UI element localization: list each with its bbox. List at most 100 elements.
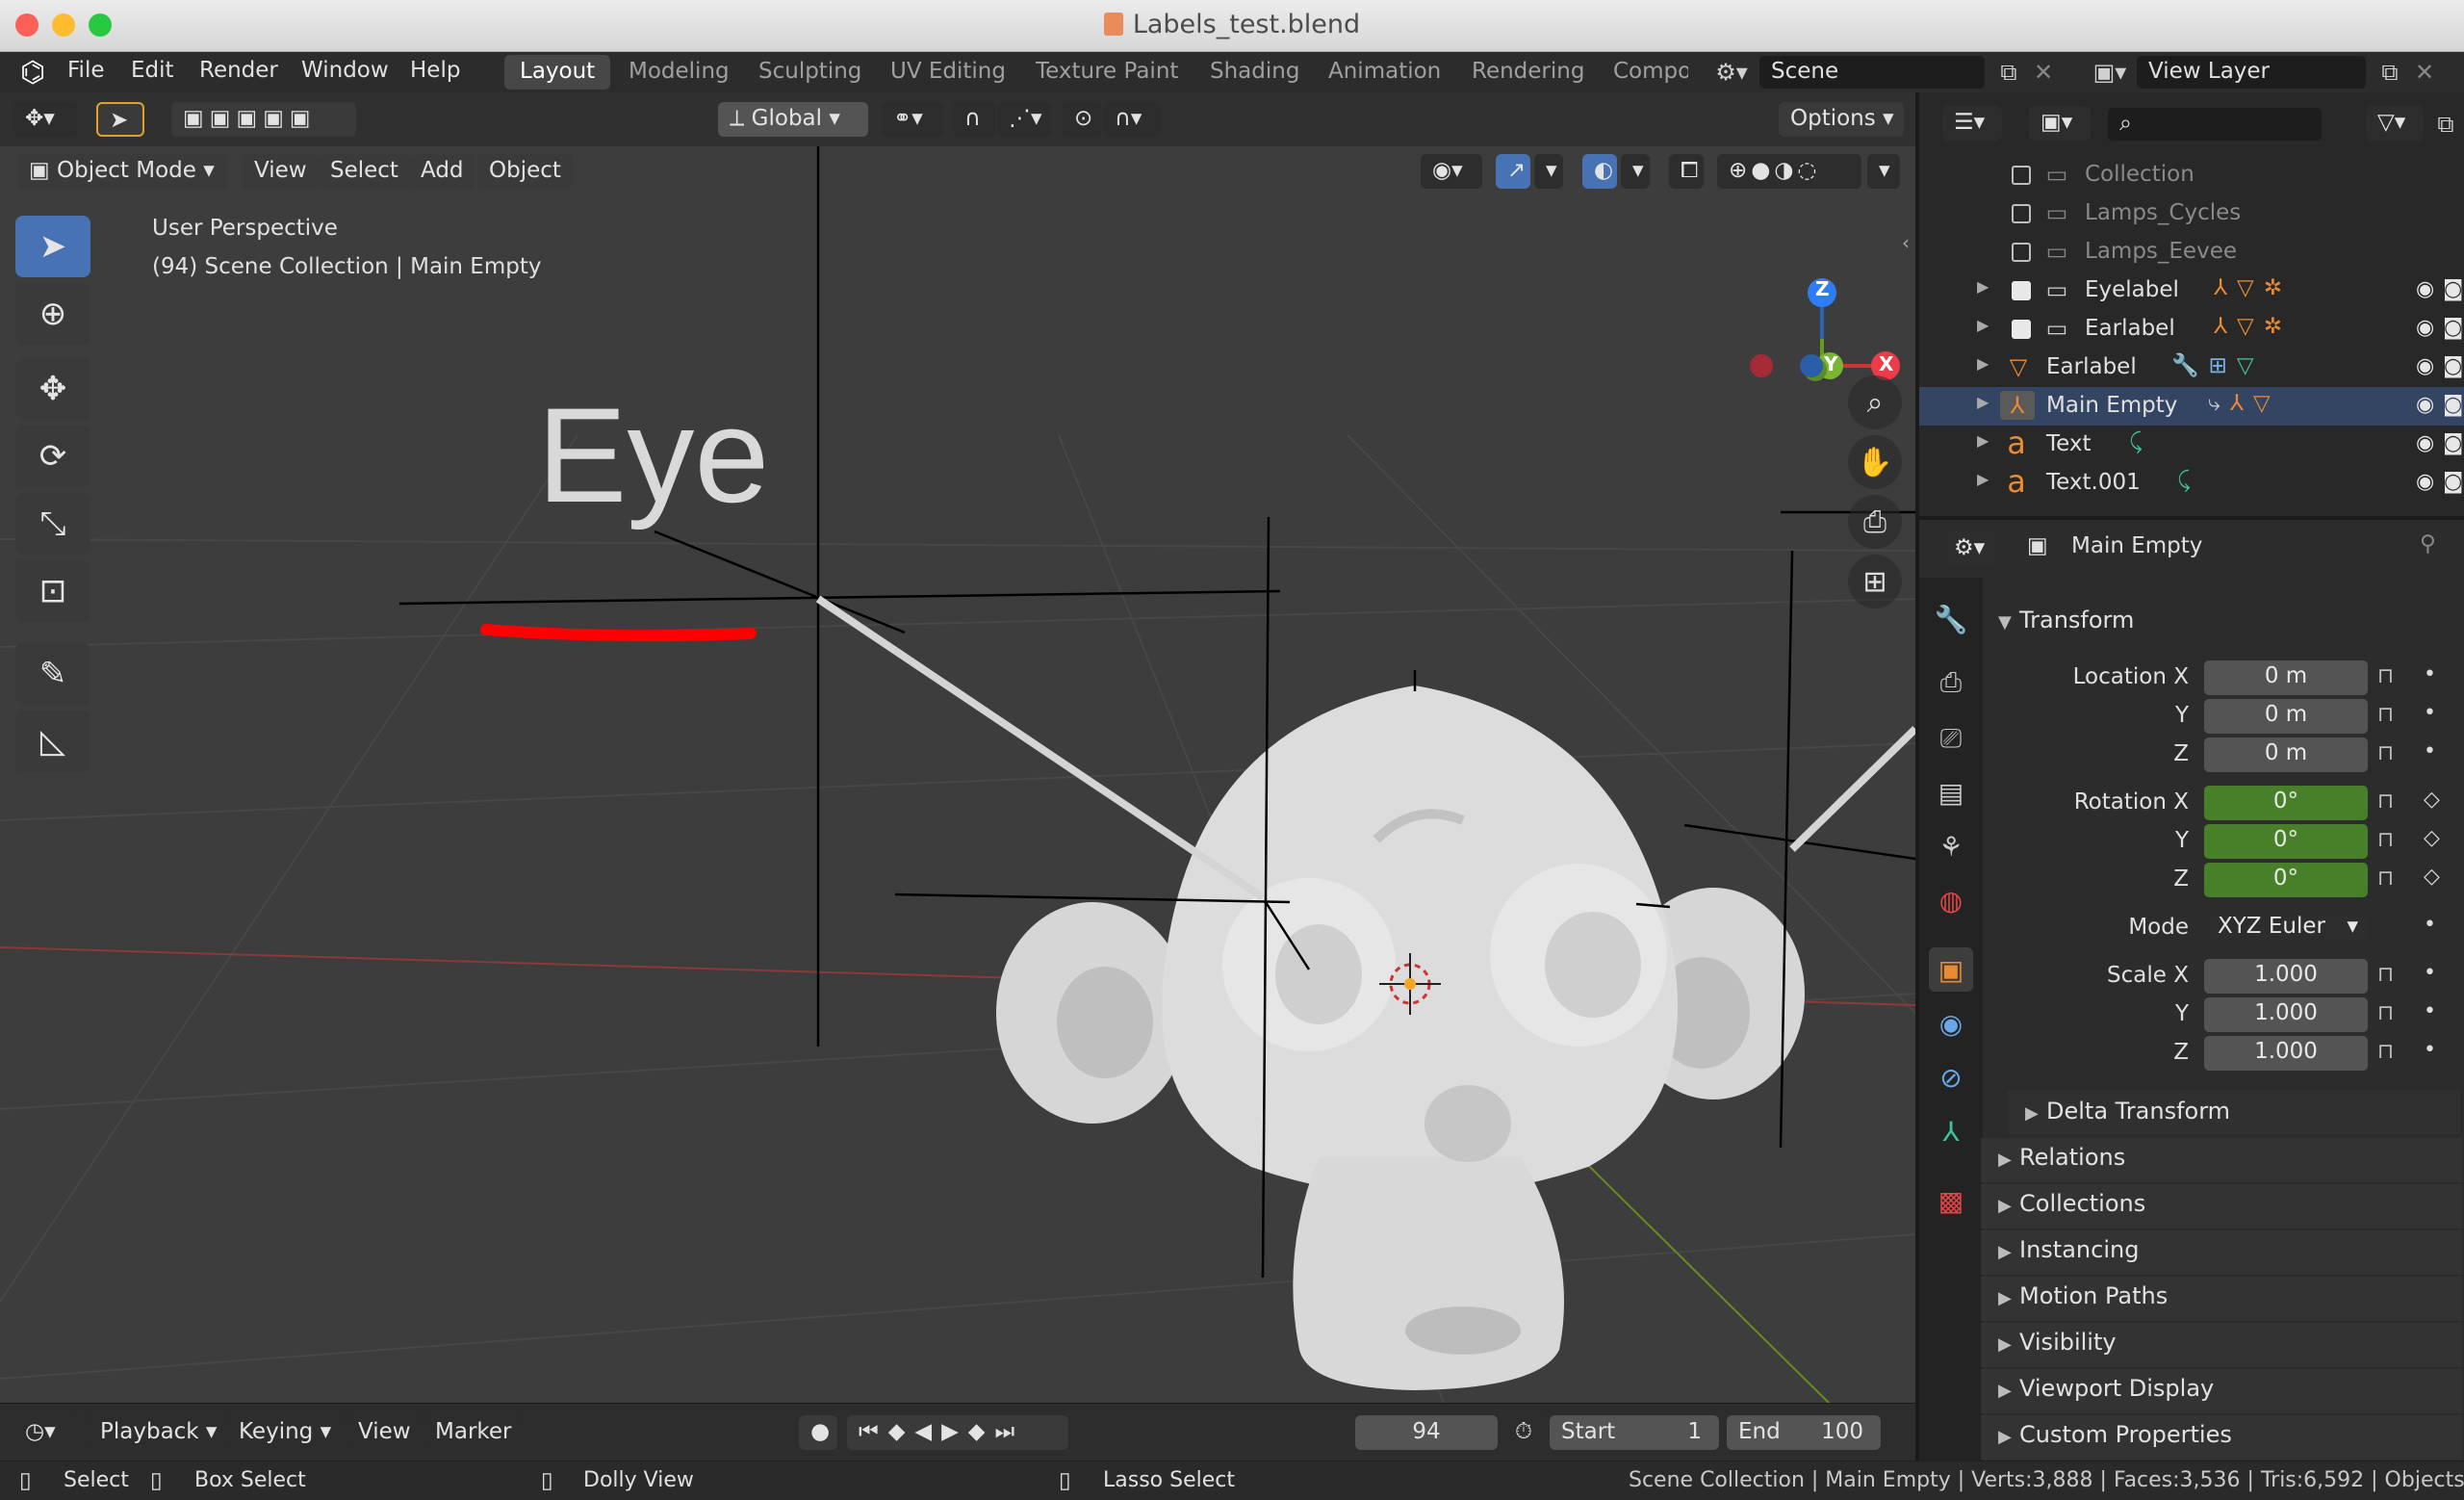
lock-icon[interactable]: ⊓ xyxy=(2377,741,2394,765)
keyframe-dot-icon[interactable]: • xyxy=(2424,701,2436,725)
delete-view-layer-icon[interactable]: ✕ xyxy=(2410,56,2439,89)
proportional-falloff-dropdown[interactable]: ∩▾ xyxy=(1103,102,1161,137)
new-view-layer-icon[interactable]: ⧉ xyxy=(2374,56,2406,89)
eye-icon[interactable]: ◉ xyxy=(2416,277,2434,301)
pivot-point-dropdown[interactable]: ⚭▾ xyxy=(882,102,943,137)
select-menu[interactable]: Select xyxy=(319,154,410,189)
add-menu[interactable]: Add xyxy=(409,154,475,189)
keyframe-diamond-icon[interactable]: ◇ xyxy=(2424,788,2440,812)
annotate-tool-icon[interactable]: ✎ xyxy=(15,643,90,705)
menu-help[interactable]: Help xyxy=(410,58,460,83)
exclude-checkbox[interactable] xyxy=(2012,320,2031,339)
scale-y-field[interactable]: 1.000 xyxy=(2204,997,2368,1032)
tab-layout[interactable]: Layout xyxy=(504,55,611,90)
lock-icon[interactable]: ⊓ xyxy=(2377,866,2394,891)
perspective-grid-icon[interactable]: ⊞ xyxy=(1848,555,1902,608)
object-tab-icon[interactable]: ▣ xyxy=(1929,947,1973,992)
overlays-toggle[interactable]: ◐ xyxy=(1582,154,1617,189)
location-x-field[interactable]: 0 m xyxy=(2204,660,2368,695)
playback-controls[interactable]: ⏮◆◀▶◆⏭ xyxy=(847,1415,1068,1450)
exclude-checkbox[interactable] xyxy=(2012,281,2031,300)
delta-transform-subpanel[interactable]: ▶ Delta Transform xyxy=(2008,1090,2460,1134)
sidebar-toggle-icon[interactable]: ‹ xyxy=(1902,231,1910,254)
custom-properties-section[interactable]: ▶ Custom Properties xyxy=(1981,1415,2462,1460)
view-layer-tab-icon[interactable]: ▤ xyxy=(1929,770,1973,815)
keyframe-dot-icon[interactable]: • xyxy=(2424,1038,2436,1062)
tab-sculpting[interactable]: Sculpting xyxy=(743,55,877,90)
camera-render-icon[interactable]: ◙ xyxy=(2443,431,2463,455)
outliner-editor-type[interactable]: ☰▾ xyxy=(1942,106,2002,141)
current-frame-field[interactable]: 94 xyxy=(1355,1415,1498,1450)
keyframe-diamond-icon[interactable]: ◇ xyxy=(2424,865,2440,889)
lock-icon[interactable]: ⊓ xyxy=(2377,828,2394,852)
lock-icon[interactable]: ⊓ xyxy=(2377,963,2394,987)
camera-render-icon[interactable]: ◙ xyxy=(2443,316,2463,340)
camera-render-icon[interactable]: ◙ xyxy=(2443,354,2463,378)
outliner-row-selected[interactable]: ▶ ⅄ Main Empty ⤷⅄▽ ◉ ◙ xyxy=(1919,387,2464,426)
eye-icon[interactable]: ◉ xyxy=(2416,431,2434,455)
outliner-row[interactable]: ▭ Collection xyxy=(1919,156,2464,194)
expand-arrow-icon[interactable]: ▶ xyxy=(1977,354,1989,373)
lock-icon[interactable]: ⊓ xyxy=(2377,703,2394,727)
filter-dropdown[interactable]: ▽▾ xyxy=(2366,106,2424,141)
tab-shading[interactable]: Shading xyxy=(1194,55,1315,90)
texture-tab-icon[interactable]: ▩ xyxy=(1929,1178,1973,1223)
motion-paths-section[interactable]: ▶ Motion Paths xyxy=(1981,1277,2462,1321)
menu-file[interactable]: File xyxy=(67,58,105,83)
blender-logo-icon[interactable]: ⌬ xyxy=(13,56,52,90)
selection-mode-buttons[interactable]: ▣▣▣▣▣ xyxy=(171,102,356,137)
view-layer-field[interactable]: View Layer xyxy=(2137,56,2366,89)
cursor-tool-icon[interactable]: ⊕ xyxy=(15,283,90,345)
viewport-display-section[interactable]: ▶ Viewport Display xyxy=(1981,1369,2462,1413)
snap-element-dropdown[interactable]: ⋰▾ xyxy=(997,102,1051,137)
3d-viewport[interactable]: Eye User Perspective (94) Scene Collecti… xyxy=(0,146,1915,1403)
rotate-tool-icon[interactable]: ⟳ xyxy=(15,426,90,487)
shading-dropdown[interactable]: ▾ xyxy=(1867,154,1900,189)
eye-icon[interactable]: ◉ xyxy=(2416,470,2434,494)
options-dropdown[interactable]: Options ▾ xyxy=(1779,102,1904,137)
lock-icon[interactable]: ⊓ xyxy=(2377,789,2394,814)
tab-animation[interactable]: Animation xyxy=(1313,55,1456,90)
exclude-checkbox[interactable] xyxy=(2012,166,2031,185)
rotation-z-field[interactable]: 0° xyxy=(2204,863,2368,897)
outliner-row[interactable]: ▭ Lamps_Eevee xyxy=(1919,233,2464,272)
relations-section[interactable]: ▶ Relations xyxy=(1981,1138,2462,1182)
tab-rendering[interactable]: Rendering xyxy=(1456,55,1600,90)
constraints-tab-icon[interactable]: ⊘ xyxy=(1929,1055,1973,1099)
rotation-y-field[interactable]: 0° xyxy=(2204,824,2368,859)
expand-arrow-icon[interactable]: ▶ xyxy=(1977,316,1989,334)
object-mode-dropdown[interactable]: ▣ Object Mode ▾ xyxy=(17,154,227,189)
scene-selector-icon[interactable]: ⚙▾ xyxy=(1706,56,1758,89)
keyframe-dot-icon[interactable]: • xyxy=(2424,662,2436,686)
start-frame-field[interactable]: Start 1 xyxy=(1550,1415,1719,1450)
shading-mode-buttons[interactable]: ⊕●◑◌ xyxy=(1717,154,1861,189)
xray-toggle[interactable]: ⧠ xyxy=(1669,154,1704,189)
location-z-field[interactable]: 0 m xyxy=(2204,737,2368,772)
area-divider-horizontal[interactable] xyxy=(1919,516,2464,520)
tab-compositing[interactable]: Compo xyxy=(1598,55,1688,90)
keyframe-dot-icon[interactable]: • xyxy=(2424,913,2436,937)
view-layer-icon[interactable]: ▣▾ xyxy=(2083,56,2137,89)
rotation-mode-dropdown[interactable]: XYZ Euler ▾ xyxy=(2204,911,2368,945)
eye-icon[interactable]: ◉ xyxy=(2416,316,2434,340)
outliner-row[interactable]: ▶ a Text ⤹ ◉ ◙ xyxy=(1919,425,2464,464)
transform-tool-icon[interactable]: ⊡ xyxy=(15,560,90,622)
outliner-row[interactable]: ▶ ▭ Eyelabel ⅄▽✲ ◉ ◙ xyxy=(1919,272,2464,310)
render-tab-icon[interactable]: ⎙ xyxy=(1929,660,1973,705)
display-mode-dropdown[interactable]: ▣▾ xyxy=(2029,106,2091,141)
lock-icon[interactable]: ⊓ xyxy=(2377,1001,2394,1025)
lock-icon[interactable]: ⊓ xyxy=(2377,664,2394,688)
rotation-x-field[interactable]: 0° xyxy=(2204,786,2368,820)
timeline-marker-menu[interactable]: Marker xyxy=(424,1415,524,1450)
delete-scene-icon[interactable]: ✕ xyxy=(2029,56,2058,89)
keyframe-diamond-icon[interactable]: ◇ xyxy=(2424,826,2440,850)
visibility-dropdown[interactable]: ◉▾ xyxy=(1421,154,1482,189)
eye-icon[interactable]: ◉ xyxy=(2416,354,2434,378)
timeline-view-menu[interactable]: View xyxy=(346,1415,423,1450)
overlays-dropdown[interactable]: ▾ xyxy=(1621,154,1650,189)
exclude-checkbox[interactable] xyxy=(2012,243,2031,262)
world-tab-icon[interactable]: ◍ xyxy=(1929,878,1973,922)
lock-icon[interactable]: ⊓ xyxy=(2377,1040,2394,1064)
keying-dropdown[interactable]: Keying ▾ xyxy=(227,1415,344,1450)
menu-window[interactable]: Window xyxy=(301,58,389,83)
